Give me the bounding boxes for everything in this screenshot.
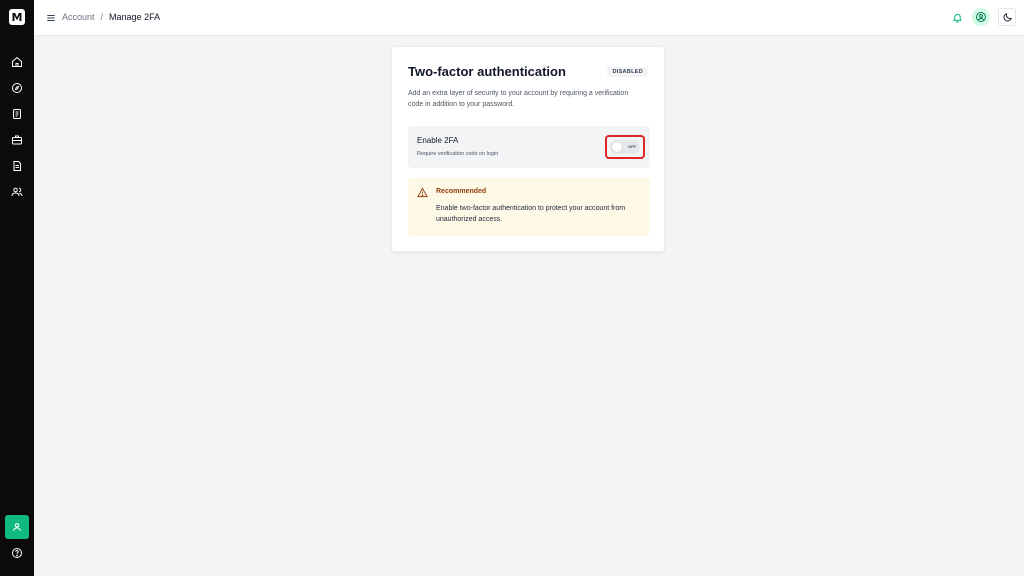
account-button[interactable] [5, 515, 29, 539]
menu-icon[interactable] [46, 12, 58, 24]
help-circle-icon[interactable] [10, 546, 24, 560]
logo-glyph: M [11, 10, 23, 24]
top-bar: Account / Manage 2FA [34, 0, 1024, 36]
user-icon [13, 523, 21, 531]
breadcrumb-separator: / [100, 12, 104, 22]
toggle-subtitle: Require verification code on login [417, 151, 499, 157]
clipboard-icon[interactable] [10, 107, 24, 121]
toggle-track: OFF [610, 140, 640, 154]
bell-icon[interactable] [950, 10, 964, 24]
avatar[interactable] [972, 8, 990, 26]
app-logo[interactable]: M [9, 9, 25, 25]
user-circle-icon [976, 12, 986, 22]
toggle-title: Enable 2FA [417, 136, 459, 145]
sidebar: M [0, 0, 34, 576]
document-icon[interactable] [10, 159, 24, 173]
toggle-knob [612, 142, 622, 152]
breadcrumb: Account / Manage 2FA [62, 12, 160, 22]
theme-toggle-button[interactable] [998, 8, 1016, 26]
compass-icon[interactable] [10, 81, 24, 95]
toggle-state-label: OFF [628, 144, 636, 149]
header-actions [950, 8, 1016, 26]
alert-title: Recommended [436, 188, 487, 195]
alert-text: Enable two-factor authentication to prot… [436, 205, 626, 223]
users-icon[interactable] [10, 185, 24, 199]
recommendation-alert: Recommended Enable two-factor authentica… [408, 178, 650, 236]
enable-2fa-row: Enable 2FA Require verification code on … [408, 126, 650, 168]
two-factor-card: Two-factor authentication DISABLED Add a… [391, 46, 665, 252]
warning-icon [417, 187, 428, 198]
enable-2fa-toggle[interactable]: OFF [605, 135, 645, 159]
card-description: Add an extra layer of security to your a… [408, 90, 629, 108]
breadcrumb-current: Manage 2FA [109, 12, 161, 22]
moon-icon [1003, 12, 1012, 21]
briefcase-icon[interactable] [10, 133, 24, 147]
home-icon[interactable] [10, 55, 24, 69]
status-badge: DISABLED [607, 67, 648, 77]
breadcrumb-parent[interactable]: Account [62, 12, 95, 22]
card-title: Two-factor authentication [408, 64, 566, 79]
